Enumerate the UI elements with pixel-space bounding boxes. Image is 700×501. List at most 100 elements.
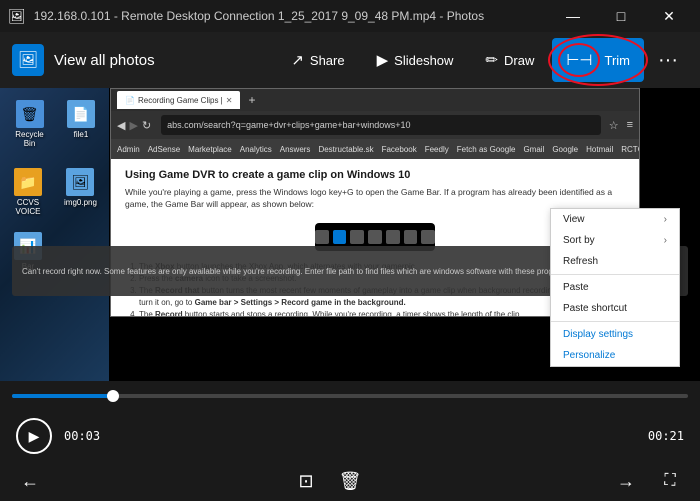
taskbar-left: ←	[12, 463, 48, 499]
context-menu-personalize[interactable]: Personalize	[551, 345, 679, 366]
taskbar-center: ⊡ 🗑	[288, 463, 368, 499]
img0-icon: 🖼	[66, 168, 94, 196]
timeline-thumb[interactable]	[107, 390, 119, 402]
minimize-button[interactable]: —	[550, 0, 596, 32]
desktop-icon-file[interactable]: 📄 file1	[63, 96, 99, 152]
video-area: 🗑 Recycle Bin 📄 file1 📁 CCVS VOICE 🖼 img…	[0, 88, 700, 381]
bookmarks-bar: Admin AdSense Marketplace Analytics Answ…	[111, 139, 639, 159]
draw-icon: ✏	[485, 51, 498, 69]
context-menu-view[interactable]: View ›	[551, 209, 679, 230]
browser-tab-bar: 📄 Recording Game Clips | ✕ +	[111, 89, 639, 111]
delete-icon: 🗑	[339, 471, 362, 492]
slideshow-button[interactable]: ▶ Slideshow	[363, 38, 468, 82]
fullscreen-button[interactable]: ⛶	[652, 463, 688, 499]
context-menu-refresh[interactable]: Refresh	[551, 251, 679, 272]
media-nav-icon: ⊡	[298, 471, 313, 492]
media-nav-button[interactable]: ⊡	[288, 463, 324, 499]
bookmark-analytics[interactable]: Analytics	[240, 145, 272, 154]
voice-label: CCVS VOICE	[14, 198, 42, 216]
browser-nav-buttons: ◀ ▶ ↻	[117, 119, 151, 132]
timeline-track[interactable]	[12, 394, 688, 398]
bookmark-marketplace[interactable]: Marketplace	[188, 145, 232, 154]
browser-forward[interactable]: ▶	[129, 119, 137, 132]
app-icon: 🖼	[12, 44, 44, 76]
recycle-bin-label: Recycle Bin	[14, 130, 45, 148]
url-text: abs.com/search?q=game+dvr+clips+game+bar…	[167, 120, 410, 130]
bookmark-feedly[interactable]: Feedly	[425, 145, 449, 154]
img0-label: img0.png	[64, 198, 97, 207]
context-menu: View › Sort by › Refresh Paste Paste sho…	[550, 208, 680, 367]
recycle-bin-icon: 🗑	[16, 100, 44, 128]
browser-back[interactable]: ◀	[117, 119, 125, 132]
context-menu-paste-shortcut[interactable]: Paste shortcut	[551, 298, 679, 319]
bookmark-adsense[interactable]: AdSense	[148, 145, 180, 154]
close-button[interactable]: ✕	[646, 0, 692, 32]
voice-icon: 📁	[14, 168, 42, 196]
context-personalize-label: Personalize	[563, 350, 615, 361]
active-tab[interactable]: 📄 Recording Game Clips | ✕	[117, 91, 240, 109]
context-view-arrow: ›	[664, 214, 667, 225]
gb-btn-7	[421, 230, 435, 244]
context-separator-1	[551, 274, 679, 275]
context-sortby-arrow: ›	[664, 235, 667, 246]
context-paste-shortcut-label: Paste shortcut	[563, 303, 627, 314]
bookmark-destructable[interactable]: Destructable.sk	[318, 145, 373, 154]
context-menu-display[interactable]: Display settings	[551, 324, 679, 345]
maximize-button[interactable]: □	[598, 0, 644, 32]
desktop-icon-recycle[interactable]: 🗑 Recycle Bin	[10, 96, 49, 152]
browser-refresh[interactable]: ↻	[142, 119, 151, 132]
context-paste-label: Paste	[563, 282, 589, 293]
menu-icon[interactable]: ≡	[627, 119, 633, 132]
context-sortby-label: Sort by	[563, 235, 595, 246]
trim-button[interactable]: ⊢⊣ Trim	[552, 38, 644, 82]
file-icon: 📄	[67, 100, 95, 128]
more-button[interactable]: ···	[648, 40, 688, 80]
tab-close[interactable]: ✕	[226, 96, 233, 105]
title-bar-left: 🖼 192.168.0.101 - Remote Desktop Connect…	[8, 8, 484, 25]
gb-btn-2	[333, 230, 347, 244]
bookmark-hotmail[interactable]: Hotmail	[586, 145, 613, 154]
tab-label: Recording Game Clips |	[138, 96, 223, 105]
bookmark-google[interactable]: Google	[552, 145, 578, 154]
desktop-icon-img0[interactable]: 🖼 img0.png	[60, 164, 101, 220]
draw-button[interactable]: ✏ Draw	[471, 38, 548, 82]
toolbar-left: 🖼 View all photos	[12, 44, 277, 76]
desktop-area: 🗑 Recycle Bin 📄 file1 📁 CCVS VOICE 🖼 img…	[0, 88, 110, 381]
bookmark-fetch[interactable]: Fetch as Google	[457, 145, 516, 154]
timeline[interactable]	[0, 381, 700, 411]
share-button[interactable]: ↗ Share	[277, 38, 358, 82]
context-separator-2	[551, 321, 679, 322]
context-refresh-label: Refresh	[563, 256, 598, 267]
url-bar[interactable]: abs.com/search?q=game+dvr+clips+game+bar…	[161, 115, 601, 135]
play-icon: ▶	[29, 428, 40, 445]
new-tab-button[interactable]: +	[248, 93, 255, 107]
title-bar-controls: — □ ✕	[550, 0, 692, 32]
bottom-taskbar: ← ⊡ 🗑 → ⛶	[0, 461, 700, 501]
bookmark-gmail[interactable]: Gmail	[523, 145, 544, 154]
context-menu-paste[interactable]: Paste	[551, 277, 679, 298]
title-bar-app-icon: 🖼	[8, 8, 26, 25]
bookmark-admin[interactable]: Admin	[117, 145, 140, 154]
trim-label: Trim	[604, 53, 630, 68]
draw-label: Draw	[504, 53, 534, 68]
desktop-icon-voice[interactable]: 📁 CCVS VOICE	[10, 164, 46, 220]
gb-btn-5	[386, 230, 400, 244]
play-button[interactable]: ▶	[16, 418, 52, 454]
bookmark-facebook[interactable]: Facebook	[382, 145, 417, 154]
bookmark-answers[interactable]: Answers	[280, 145, 311, 154]
toolbar-actions: ↗ Share ▶ Slideshow ✏ Draw ⊢⊣ Trim ···	[277, 38, 688, 82]
bookmark-rctc[interactable]: RCTC	[621, 145, 639, 154]
tab-icon: 📄	[125, 96, 135, 105]
controls-bar: ▶ 00:03 00:21	[0, 411, 700, 461]
trim-icon: ⊢⊣	[566, 51, 592, 69]
browser-action-icons: ☆ ≡	[605, 119, 633, 132]
star-icon[interactable]: ☆	[609, 119, 619, 132]
context-menu-sortby[interactable]: Sort by ›	[551, 230, 679, 251]
context-display-label: Display settings	[563, 329, 633, 340]
app-title: View all photos	[54, 52, 155, 69]
forward-button[interactable]: →	[608, 463, 644, 499]
video-controls: ▶ 00:03 00:21	[0, 381, 700, 461]
delete-button[interactable]: 🗑	[332, 463, 368, 499]
browser-toolbar: ◀ ▶ ↻ abs.com/search?q=game+dvr+clips+ga…	[111, 111, 639, 139]
back-button[interactable]: ←	[12, 463, 48, 499]
